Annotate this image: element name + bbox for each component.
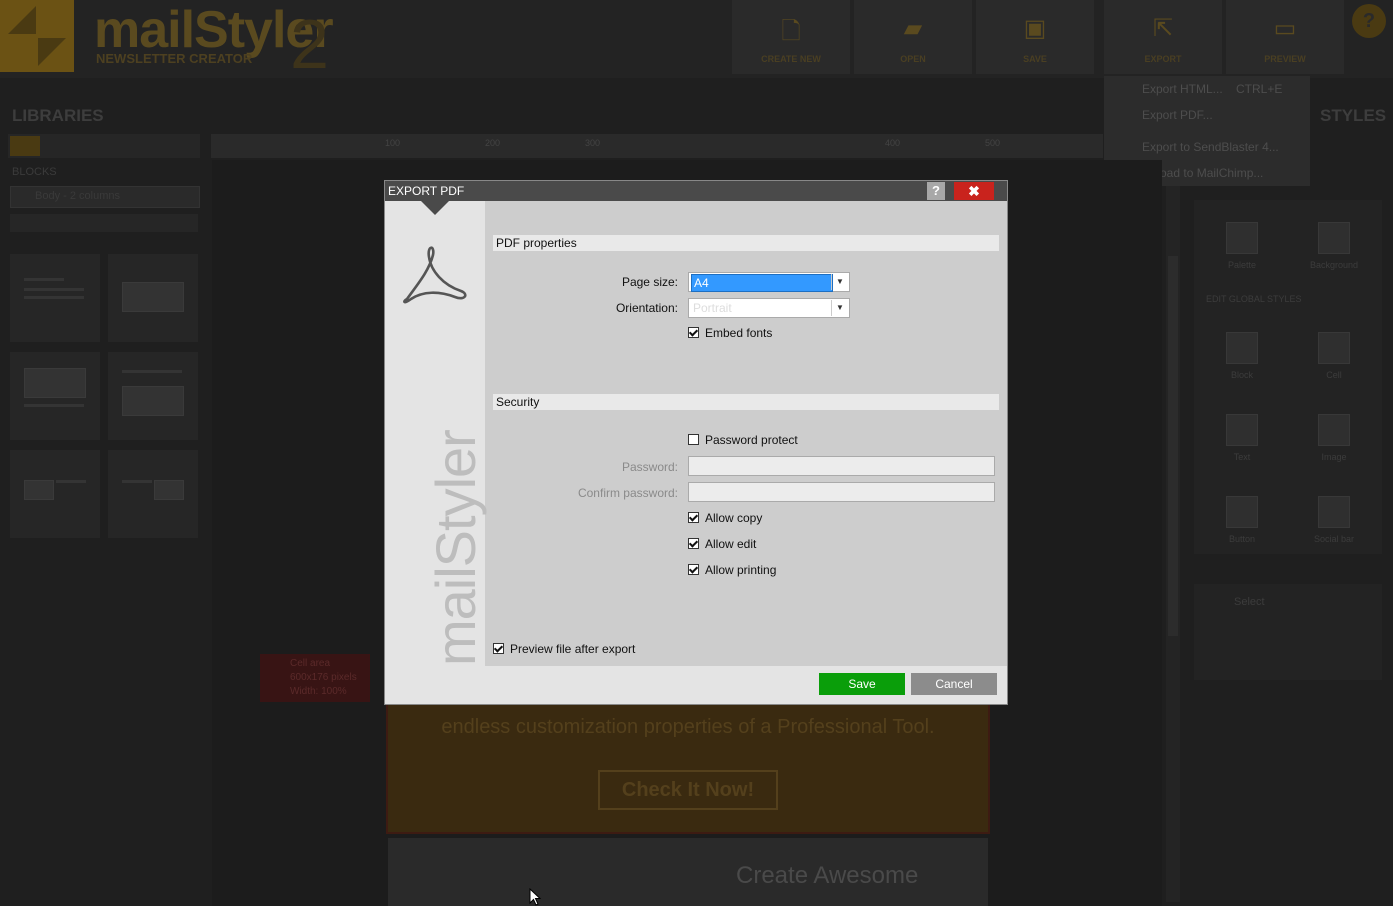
library-tab-blocks[interactable]	[10, 136, 40, 156]
blocks-label: BLOCKS	[12, 166, 57, 178]
page-size-select[interactable]: A4 ▼	[688, 272, 850, 292]
confirm-password-field[interactable]	[688, 482, 995, 502]
menu-export-pdf[interactable]: Export PDF...	[1142, 108, 1213, 122]
image-style-item[interactable]: Image	[1294, 414, 1374, 462]
page-size-label: Page size:	[621, 275, 678, 289]
checkbox-box[interactable]	[688, 327, 699, 338]
block-thumbnail[interactable]	[108, 450, 198, 538]
confirm-password-label: Confirm password:	[577, 486, 678, 500]
app-logo-version: 2	[290, 5, 329, 83]
acrobat-pdf-icon	[403, 246, 467, 304]
menu-export-html[interactable]: Export HTML...	[1142, 82, 1223, 96]
social-bar-style-item[interactable]: Social bar	[1294, 496, 1374, 544]
canvas-scrollbar[interactable]	[1166, 186, 1180, 902]
libraries-title: LIBRARIES	[12, 106, 104, 125]
chevron-down-icon[interactable]: ▼	[831, 300, 848, 316]
cell-tooltip: Cell area 600x176 pixels Width: 100%	[260, 654, 370, 702]
folder-icon: ▰	[903, 15, 923, 42]
export-button[interactable]: ⇱ EXPORT	[1104, 0, 1222, 74]
monitor-icon: ▭	[1273, 15, 1297, 42]
select-label[interactable]: Select	[1234, 596, 1265, 608]
allow-edit-checkbox[interactable]: Allow edit	[688, 537, 756, 551]
checkbox-box[interactable]	[688, 434, 699, 445]
dialog-footer: Save Cancel	[385, 666, 1007, 704]
block-style-item[interactable]: Block	[1202, 332, 1282, 380]
block-thumbnail[interactable]	[10, 450, 100, 538]
block-thumbnail[interactable]	[10, 352, 100, 440]
chevron-down-icon[interactable]: ▼	[831, 274, 848, 290]
security-header: Security	[493, 394, 999, 410]
page-size-value: A4	[691, 274, 833, 292]
select-panel: Select	[1194, 584, 1382, 680]
background-item[interactable]: Background	[1294, 222, 1374, 270]
checkbox-box[interactable]	[493, 643, 504, 654]
preview-button[interactable]: ▭ PREVIEW	[1226, 0, 1344, 74]
checkbox-box[interactable]	[688, 538, 699, 549]
email-body-text: endless customization properties of a Pr…	[441, 716, 935, 738]
mouse-cursor-icon	[529, 888, 542, 906]
cell-style-item[interactable]: Cell	[1294, 332, 1374, 380]
styles-panel: Palette Background EDIT GLOBAL STYLES Bl…	[1194, 200, 1382, 554]
block-thumbnail[interactable]	[10, 254, 100, 342]
export-icon: ⇱	[1152, 15, 1174, 42]
export-pdf-dialog: EXPORT PDF ? ✖ mailStyler PDF properties…	[385, 181, 1007, 704]
orientation-value: Portrait	[693, 301, 732, 315]
allow-printing-checkbox[interactable]: Allow printing	[688, 563, 776, 577]
embed-fonts-checkbox[interactable]: Embed fonts	[688, 326, 772, 340]
email-heading: Create Awesome	[736, 862, 919, 889]
app-logo-subtitle: NEWSLETTER CREATOR	[96, 51, 253, 66]
pdf-properties-header: PDF properties	[493, 235, 999, 251]
edit-global-styles[interactable]: EDIT GLOBAL STYLES	[1206, 294, 1302, 304]
password-label: Password:	[621, 460, 678, 474]
floppy-icon: ▣	[1023, 15, 1047, 42]
block-thumbnail[interactable]	[108, 254, 198, 342]
email-cta-button[interactable]: Check It Now!	[598, 770, 778, 810]
menu-export-html-shortcut: CTRL+E	[1236, 82, 1283, 96]
dialog-notch	[421, 201, 449, 215]
menu-export-sendblaster[interactable]: Export to SendBlaster 4...	[1142, 140, 1279, 154]
password-field[interactable]	[688, 456, 995, 476]
dialog-sidebar: mailStyler	[385, 201, 487, 666]
email-block-cta[interactable]: endless customization properties of a Pr…	[386, 700, 990, 834]
password-protect-checkbox[interactable]: Password protect	[688, 433, 798, 447]
preview-after-export-checkbox[interactable]: Preview file after export	[493, 642, 635, 656]
help-icon[interactable]: ?	[1352, 4, 1386, 38]
cancel-button[interactable]: Cancel	[911, 673, 997, 695]
styles-title: STYLES	[1320, 106, 1387, 125]
button-style-item[interactable]: Button	[1202, 496, 1282, 544]
help-button[interactable]: ?	[927, 182, 945, 200]
app-logo-mark	[0, 0, 74, 72]
checkbox-box[interactable]	[688, 564, 699, 575]
save-button[interactable]: Save	[819, 673, 905, 695]
close-button[interactable]: ✖	[954, 182, 994, 200]
new-file-icon: 🗋	[781, 18, 801, 45]
blocks-select[interactable]: Body - 2 columns	[10, 186, 200, 208]
dialog-title: EXPORT PDF	[388, 184, 465, 198]
text-style-item[interactable]: Text	[1202, 414, 1282, 462]
email-block-feature[interactable]: Create Awesome	[388, 838, 988, 906]
save-toolbar-button[interactable]: ▣ SAVE	[976, 0, 1094, 74]
dialog-titlebar[interactable]: EXPORT PDF ? ✖	[385, 181, 1007, 201]
checkbox-box[interactable]	[688, 512, 699, 523]
ruler: 100 200 300 400 500	[211, 134, 1103, 158]
orientation-select[interactable]: Portrait ▼	[688, 298, 850, 318]
block-thumbnail[interactable]	[108, 352, 198, 440]
create-new-button[interactable]: 🗋 CREATE NEW	[732, 0, 850, 74]
allow-copy-checkbox[interactable]: Allow copy	[688, 511, 762, 525]
open-button[interactable]: ▰ OPEN	[854, 0, 972, 74]
palette-item[interactable]: Palette	[1202, 222, 1282, 270]
orientation-label: Orientation:	[615, 301, 678, 315]
blocks-pager[interactable]	[10, 214, 198, 232]
